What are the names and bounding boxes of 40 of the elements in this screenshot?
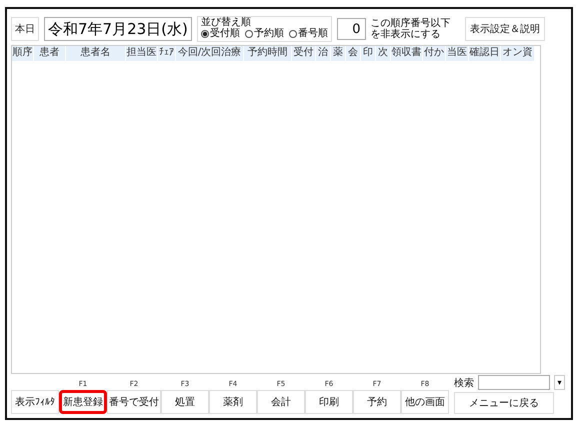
column-header[interactable]: ﾁｪｱ xyxy=(158,46,176,61)
today-label: 本日 xyxy=(11,17,39,41)
sort-radio[interactable]: 番号順 xyxy=(288,28,328,40)
function-button[interactable]: 新患登録 xyxy=(59,390,107,414)
function-button[interactable]: 会計 xyxy=(257,390,305,414)
function-button[interactable]: 表示ﾌｨﾙﾀ xyxy=(11,390,59,414)
function-button[interactable]: 番号で受付 xyxy=(107,390,161,414)
date-field[interactable]: 令和7年7月23日(水) xyxy=(44,17,192,41)
function-button[interactable]: 印刷 xyxy=(305,390,353,414)
sort-order-legend: 並び替え順 xyxy=(200,17,328,28)
function-button[interactable]: 処置 xyxy=(161,390,209,414)
sort-radio[interactable]: 受付順 xyxy=(200,28,240,40)
function-button[interactable]: 他の画面 xyxy=(401,390,449,414)
search-label: 検索 xyxy=(454,376,474,390)
threshold-caption: この順序番号以下を非表示にする xyxy=(370,18,452,40)
column-header[interactable]: 予約時間 xyxy=(244,46,292,61)
column-header[interactable]: 印 xyxy=(361,46,376,61)
column-header[interactable]: 確認日 xyxy=(469,46,501,61)
column-header[interactable]: 今回/次回治療 xyxy=(176,46,244,61)
function-button[interactable]: 予約 xyxy=(353,390,401,414)
column-header[interactable]: 会 xyxy=(346,46,361,61)
column-header[interactable]: 次 xyxy=(376,46,391,61)
dropdown-button[interactable]: ▾ xyxy=(554,375,565,390)
sort-radio[interactable]: 予約順 xyxy=(244,28,284,40)
column-header[interactable]: 領収書 xyxy=(391,46,423,61)
column-header[interactable]: 付か xyxy=(423,46,446,61)
column-header[interactable]: 薬 xyxy=(331,46,346,61)
function-button[interactable]: 薬剤 xyxy=(209,390,257,414)
column-header[interactable]: 順序 xyxy=(12,46,34,61)
column-header[interactable]: 患者 xyxy=(34,46,66,61)
column-header[interactable]: 当医 xyxy=(446,46,469,61)
column-header[interactable]: オン資 xyxy=(501,46,535,61)
column-header[interactable]: 患者名 xyxy=(66,46,126,61)
column-header[interactable]: 治 xyxy=(316,46,331,61)
column-header[interactable]: 担当医 xyxy=(126,46,158,61)
threshold-field[interactable]: 0 xyxy=(336,18,366,40)
search-field[interactable] xyxy=(478,375,550,390)
column-header[interactable]: 受付 xyxy=(292,46,316,61)
settings-button[interactable]: 表示設定＆説明 xyxy=(465,17,545,41)
menu-button[interactable]: メニューに戻る xyxy=(454,392,554,414)
